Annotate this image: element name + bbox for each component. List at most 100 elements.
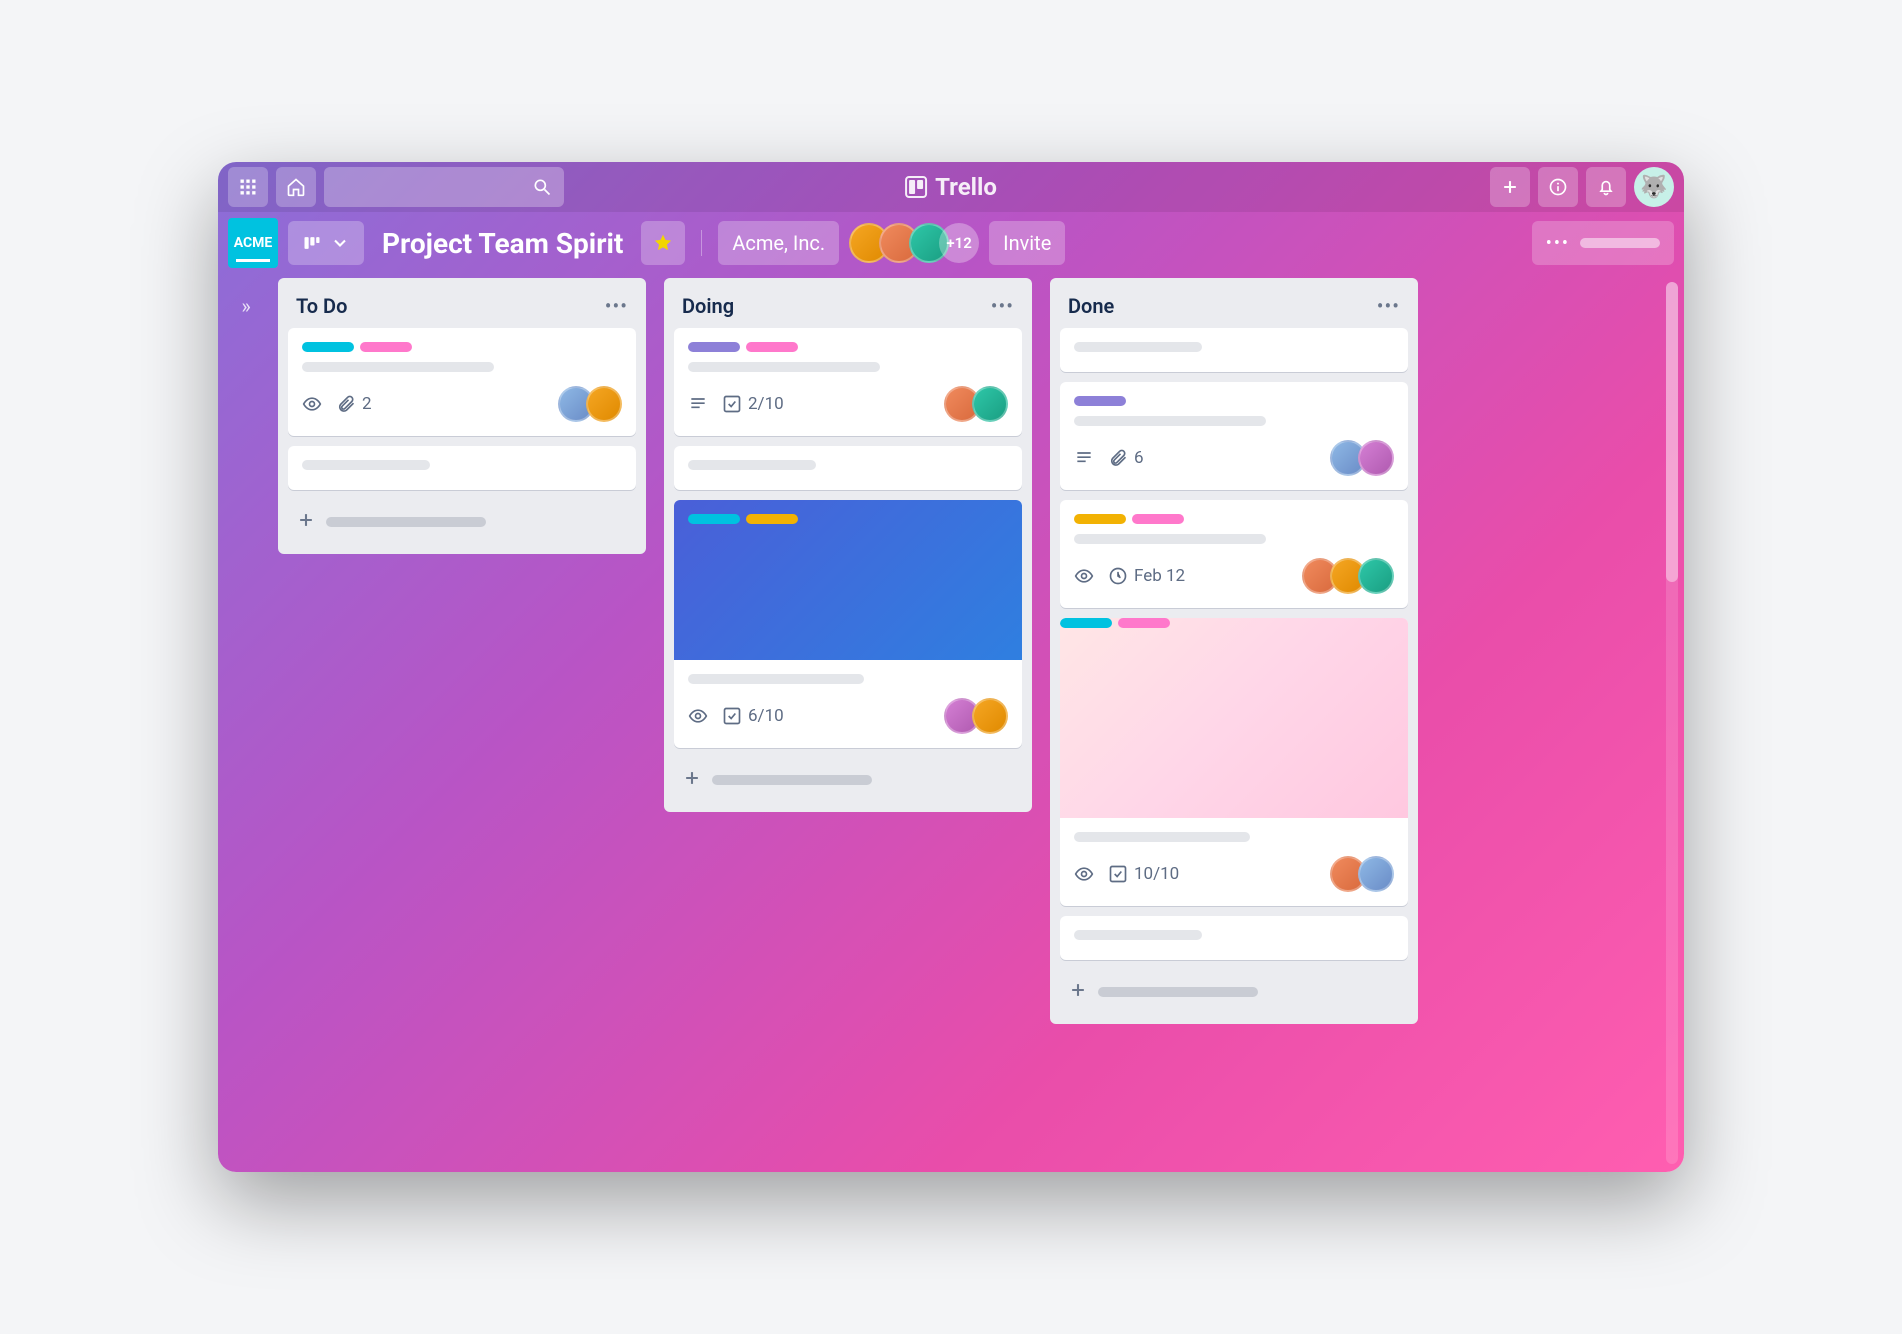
card-badges: 10/10 [1074,864,1179,884]
card-footer: 6/10 [688,698,1008,734]
description-badge [688,394,708,414]
list-header: Done ••• [1060,288,1408,328]
card-members [1302,558,1394,594]
card-label [1132,514,1184,524]
info-button[interactable] [1538,167,1578,207]
add-card-placeholder [326,517,486,527]
workspace-name: Acme, Inc. [732,231,825,255]
plus-icon [296,510,316,534]
attachment-badge: 6 [1108,448,1144,468]
plus-icon [1500,177,1520,197]
watch-badge [688,706,708,726]
list-title[interactable]: Done [1068,294,1114,318]
card-members [1330,856,1394,892]
card[interactable]: 2 [288,328,636,436]
notifications-button[interactable] [1586,167,1626,207]
list-menu-button[interactable]: ••• [605,294,628,318]
watch-badge [302,394,322,414]
card-label [688,342,740,352]
search-icon [532,177,552,197]
list-menu-button[interactable]: ••• [991,294,1014,318]
chevron-double-right-icon: » [241,294,250,318]
card[interactable]: 2/10 [674,328,1022,436]
board-canvas[interactable]: To Do ••• 2 Doing ••• 2/10 6/10 Done •••… [274,274,1666,1172]
card-member-avatar[interactable] [1358,440,1394,476]
list-title[interactable]: To Do [296,294,347,318]
card-label [1074,514,1126,524]
plus-icon [1068,980,1088,1004]
board-title[interactable]: Project Team Spirit [374,227,631,260]
card[interactable]: 10/10 [1060,618,1408,906]
star-board-button[interactable] [641,221,685,265]
sidebar-collapsed: » [218,274,274,1172]
card[interactable]: 6 [1060,382,1408,490]
due-date-badge: Feb 12 [1108,566,1185,586]
card[interactable] [674,446,1022,490]
card-label [1118,618,1170,628]
board-view-switcher[interactable] [288,221,364,265]
description-badge [1074,448,1094,468]
ellipsis-icon: ••• [1546,233,1570,254]
search-input[interactable] [324,167,564,207]
more-members-button[interactable]: +12 [939,223,979,263]
board-members: +12 [849,223,979,263]
list: Doing ••• 2/10 6/10 [664,278,1032,812]
card-footer: 10/10 [1074,856,1394,892]
card-label [302,342,354,352]
checklist-badge: 10/10 [1108,864,1179,884]
husky-avatar-icon: 🐺 [1640,175,1667,200]
board-icon [302,233,322,253]
add-card-button[interactable] [1060,970,1408,1014]
card-badges: 2/10 [688,394,784,414]
board-header: ACME Project Team Spirit Acme, Inc. +12 … [218,212,1684,274]
vertical-scrollbar[interactable] [1666,282,1678,1164]
card-badges: 6 [1074,448,1144,468]
card[interactable]: Feb 12 [1060,500,1408,608]
card[interactable] [1060,916,1408,960]
chevron-down-icon [330,233,350,253]
watch-badge [1074,864,1094,884]
card-members [1330,440,1394,476]
card-label [1060,618,1112,628]
card-footer: 2/10 [688,386,1008,422]
brand-logo: Trello [905,173,997,201]
create-button[interactable] [1490,167,1530,207]
card-member-avatar[interactable] [1358,856,1394,892]
card-footer: 2 [302,386,622,422]
watch-badge [1074,566,1094,586]
card-member-avatar[interactable] [972,698,1008,734]
add-card-button[interactable] [288,500,636,544]
card-label [688,514,740,524]
attachment-badge: 2 [336,394,372,414]
card-label [360,342,412,352]
home-button[interactable] [276,167,316,207]
app-window: Trello 🐺 ACME Project Team Spirit [218,162,1684,1172]
user-avatar-button[interactable]: 🐺 [1634,167,1674,207]
card-cover [1060,618,1408,818]
card-badges: Feb 12 [1074,566,1185,586]
invite-button[interactable]: Invite [989,221,1065,265]
workspace-badge[interactable]: ACME [228,218,278,268]
apps-menu-button[interactable] [228,167,268,207]
card-members [558,386,622,422]
board-menu-button[interactable]: ••• [1532,221,1674,265]
card-member-avatar[interactable] [1358,558,1394,594]
workspace-button[interactable]: Acme, Inc. [718,221,839,265]
list-menu-button[interactable]: ••• [1377,294,1400,318]
list-title[interactable]: Doing [682,294,734,318]
card-members [944,698,1008,734]
plus-icon [682,768,702,792]
app-name: Trello [935,173,997,201]
info-icon [1548,177,1568,197]
list: To Do ••• 2 [278,278,646,554]
card[interactable]: 6/10 [674,500,1022,748]
card-member-avatar[interactable] [586,386,622,422]
expand-sidebar-button[interactable]: » [228,288,264,324]
card[interactable] [288,446,636,490]
card-members [944,386,1008,422]
card-label [746,342,798,352]
divider [701,230,702,256]
card-member-avatar[interactable] [972,386,1008,422]
card[interactable] [1060,328,1408,372]
add-card-button[interactable] [674,758,1022,802]
